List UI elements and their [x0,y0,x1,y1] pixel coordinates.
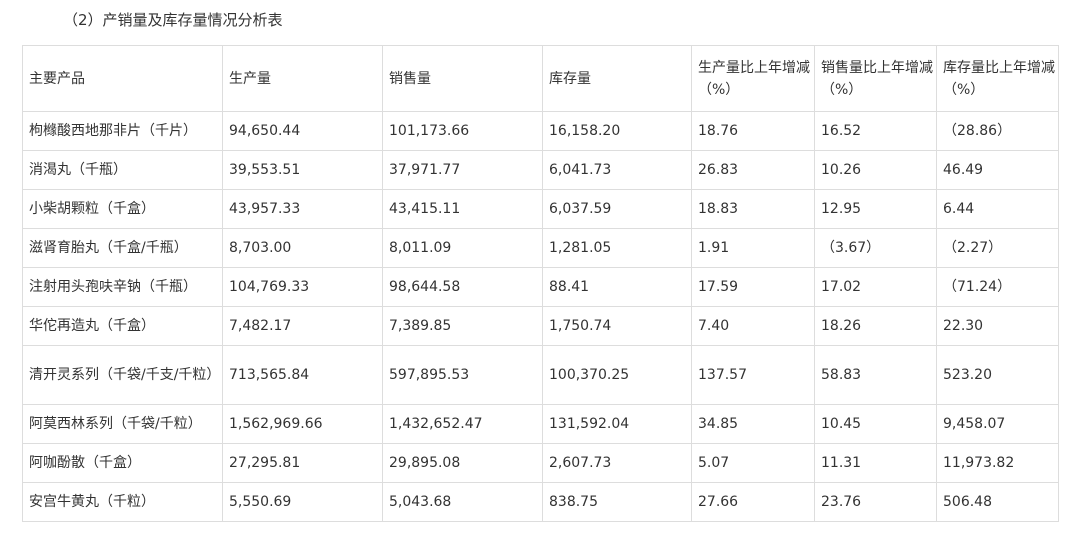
value-cell: 7,482.17 [222,306,383,346]
table-row: 小柴胡颗粒（千盒） 43,957.33 43,415.11 6,037.59 18.83… [22,189,1059,229]
value-cell: 39,553.51 [222,150,383,190]
header-cell: 生产量 [222,45,383,112]
value-cell: 10.26 [814,150,937,190]
value-cell: 94,650.44 [222,111,383,151]
value-cell: 7.40 [691,306,815,346]
value-cell: 88.41 [542,267,692,307]
value-cell: 43,415.11 [382,189,543,229]
product-name-cell: 安宫牛黄丸（千粒） [22,482,223,522]
value-cell: 1,562,969.66 [222,404,383,444]
value-cell: 22.30 [936,306,1059,346]
value-cell: 17.59 [691,267,815,307]
value-cell: 5.07 [691,443,815,483]
table-row: 消渴丸（千瓶） 39,553.51 37,971.77 6,041.73 26.83 10… [22,150,1059,190]
value-cell: 12.95 [814,189,937,229]
value-cell: 5,550.69 [222,482,383,522]
table-row: 滋肾育胎丸（千盒/千瓶） 8,703.00 8,011.09 1,281.05 1.91… [22,228,1059,268]
value-cell: 6,037.59 [542,189,692,229]
product-name-cell: 阿咖酚散（千盒） [22,443,223,483]
value-cell: 131,592.04 [542,404,692,444]
value-cell: 34.85 [691,404,815,444]
value-cell: 18.76 [691,111,815,151]
value-cell: 1.91 [691,228,815,268]
table-row: 注射用头孢呋辛钠（千瓶） 104,769.33 98,644.58 88.41 17.5… [22,267,1059,307]
header-cell: 销售量比上年增减（%） [814,45,937,112]
value-cell: 98,644.58 [382,267,543,307]
value-cell: 8,011.09 [382,228,543,268]
product-name-cell: 消渴丸（千瓶） [22,150,223,190]
value-cell: 1,750.74 [542,306,692,346]
value-cell: 18.83 [691,189,815,229]
value-cell: 713,565.84 [222,345,383,405]
header-cell: 生产量比上年增减（%） [691,45,815,112]
value-cell: 9,458.07 [936,404,1059,444]
value-cell: 523.20 [936,345,1059,405]
value-cell: 46.49 [936,150,1059,190]
product-name-cell: 枸橼酸西地那非片（千片） [22,111,223,151]
value-cell: 6.44 [936,189,1059,229]
value-cell: 27.66 [691,482,815,522]
value-cell: 5,043.68 [382,482,543,522]
table-row: 华佗再造丸（千盒） 7,482.17 7,389.85 1,750.74 7.40 18.… [22,306,1059,346]
product-name-cell: 滋肾育胎丸（千盒/千瓶） [22,228,223,268]
value-cell: 16.52 [814,111,937,151]
value-cell: 23.76 [814,482,937,522]
table-container: 主要产品 生产量 销售量 库存量 生产量比上年增减（%） 销售量比上年增减（%）… [22,45,1059,522]
product-name-cell: 华佗再造丸（千盒） [22,306,223,346]
value-cell: 43,957.33 [222,189,383,229]
value-cell: 11.31 [814,443,937,483]
production-sales-inventory-table: 主要产品 生产量 销售量 库存量 生产量比上年增减（%） 销售量比上年增减（%）… [22,45,1059,522]
value-cell: 1,281.05 [542,228,692,268]
value-cell: 101,173.66 [382,111,543,151]
value-cell: 17.02 [814,267,937,307]
value-cell: 11,973.82 [936,443,1059,483]
product-name-cell: 清开灵系列（千袋/千支/千粒） [22,345,223,405]
value-cell: 1,432,652.47 [382,404,543,444]
value-cell: 104,769.33 [222,267,383,307]
table-row: 阿莫西林系列（千袋/千粒） 1,562,969.66 1,432,652.47 131… [22,404,1059,444]
value-cell: 2,607.73 [542,443,692,483]
table-row: 阿咖酚散（千盒） 27,295.81 29,895.08 2,607.73 5.07 11… [22,443,1059,483]
value-cell: 58.83 [814,345,937,405]
value-cell: 7,389.85 [382,306,543,346]
value-cell: （3.67） [814,228,937,268]
header-cell: 库存量 [542,45,692,112]
product-name-cell: 注射用头孢呋辛钠（千瓶） [22,267,223,307]
table-header-row: 主要产品 生产量 销售量 库存量 生产量比上年增减（%） 销售量比上年增减（%）… [22,45,1059,112]
header-cell: 销售量 [382,45,543,112]
product-name-cell: 阿莫西林系列（千袋/千粒） [22,404,223,444]
value-cell: 6,041.73 [542,150,692,190]
value-cell: 37,971.77 [382,150,543,190]
value-cell: （71.24） [936,267,1059,307]
value-cell: 10.45 [814,404,937,444]
table-row: 枸橼酸西地那非片（千片） 94,650.44 101,173.66 16,158.20… [22,111,1059,151]
table-row: 安宫牛黄丸（千粒） 5,550.69 5,043.68 838.75 27.66 23.7… [22,482,1059,522]
value-cell: 29,895.08 [382,443,543,483]
product-name-cell: 小柴胡颗粒（千盒） [22,189,223,229]
value-cell: 506.48 [936,482,1059,522]
value-cell: 27,295.81 [222,443,383,483]
header-cell: 库存量比上年增减（%） [936,45,1059,112]
value-cell: （28.86） [936,111,1059,151]
value-cell: 597,895.53 [382,345,543,405]
table-row: 清开灵系列（千袋/千支/千粒） 713,565.84 597,895.53 100,3… [22,345,1059,405]
value-cell: 18.26 [814,306,937,346]
header-cell: 主要产品 [22,45,223,112]
value-cell: 16,158.20 [542,111,692,151]
value-cell: 8,703.00 [222,228,383,268]
value-cell: 137.57 [691,345,815,405]
value-cell: 26.83 [691,150,815,190]
value-cell: 100,370.25 [542,345,692,405]
section-title: （2）产销量及库存量情况分析表 [63,11,283,29]
value-cell: （2.27） [936,228,1059,268]
value-cell: 838.75 [542,482,692,522]
